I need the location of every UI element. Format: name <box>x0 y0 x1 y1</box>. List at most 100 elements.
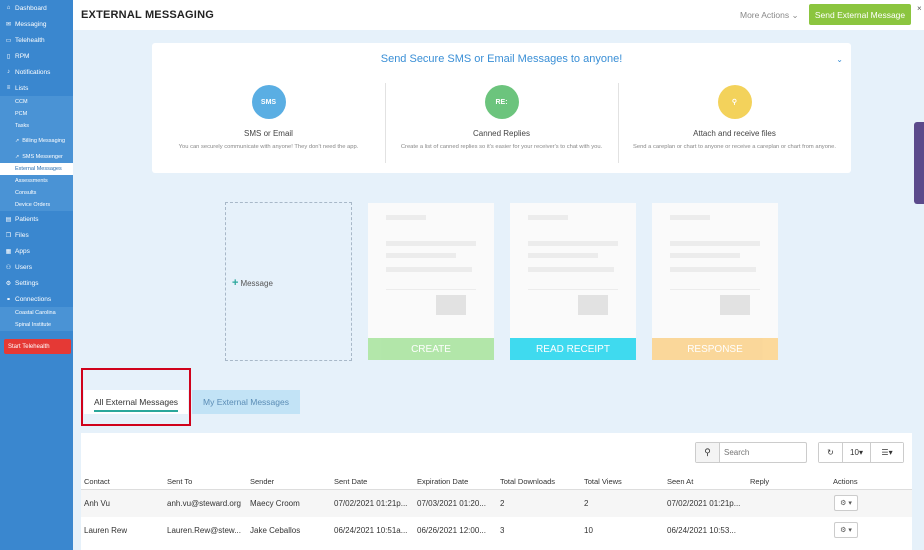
chart-icon: ↗ <box>15 154 20 160</box>
paperclip-icon: ⚲ <box>717 85 752 119</box>
sidebar-item-label: Files <box>15 231 29 239</box>
sidebar-item-connections[interactable]: ⚭ Connections <box>0 291 73 307</box>
send-external-message-button[interactable]: Send External Message <box>809 4 911 25</box>
preview-card-create: CREATE <box>368 203 494 360</box>
table-row[interactable]: Lauren Rew Lauren.Rew@stew... Jake Ceballo… <box>81 517 912 544</box>
close-icon[interactable]: × <box>917 4 922 13</box>
sidebar-item-patients[interactable]: ▤ Patients <box>0 211 73 227</box>
sidebar-item-lists[interactable]: ≡ Lists <box>0 80 73 96</box>
column-header-seen-at[interactable]: Seen At <box>667 477 693 486</box>
placeholder-block <box>720 295 750 315</box>
preview-card-label: READ RECEIPT <box>510 338 636 360</box>
sidebar-item-messaging[interactable]: ✉ Messaging <box>0 16 73 32</box>
placeholder-line <box>670 289 760 290</box>
gear-icon: ⚙ <box>5 280 12 287</box>
sidebar-item-telehealth[interactable]: ▭ Telehealth <box>0 32 73 48</box>
page-size-value: 10 <box>850 448 859 457</box>
sidebar-subitem-external-messages[interactable]: External Messages <box>0 163 73 175</box>
sms-icon: SMS <box>251 85 286 119</box>
connections-icon: ⚭ <box>5 296 12 303</box>
placeholder-bar <box>670 253 740 258</box>
sidebar-subitem-sms-messenger[interactable]: ↗ SMS Messenger <box>0 151 73 163</box>
placeholder-block <box>436 295 466 315</box>
search-icon[interactable]: ⚲ <box>696 443 720 462</box>
sidebar-item-label: Notifications <box>15 68 51 76</box>
sidebar-item-dashboard[interactable]: ⌂ Dashboard <box>0 0 73 16</box>
sidebar-subitem-label: SMS Messenger <box>22 154 63 160</box>
sidebar-subitem-label: Tasks <box>15 123 30 129</box>
feature-canned-replies: RE: Canned Replies Create a list of cann… <box>385 85 618 165</box>
collapse-chevron-icon[interactable]: ⌄ <box>836 55 843 64</box>
columns-toggle-icon[interactable]: ☰▾ <box>871 443 903 462</box>
placeholder-line <box>528 289 618 290</box>
sidebar-subitem-coastal-carolina[interactable]: Coastal Carolina <box>0 307 73 319</box>
sidebar-subitem-tasks[interactable]: Tasks <box>0 120 73 132</box>
sidebar-item-label: Users <box>15 263 32 271</box>
dashboard-icon: ⌂ <box>6 5 11 11</box>
column-header-sent-date[interactable]: Sent Date <box>334 477 367 486</box>
table-cell: 3 <box>500 526 505 535</box>
sidebar-item-label: RPM <box>15 52 30 60</box>
sidebar-subitem-ccm[interactable]: CCM <box>0 96 73 108</box>
column-header-total-views[interactable]: Total Views <box>584 477 622 486</box>
sidebar-subitem-label: Device Orders <box>15 202 51 208</box>
table-cell: anh.vu@steward.org <box>167 499 241 508</box>
placeholder-bar <box>528 241 618 246</box>
page-size-select[interactable]: 10 ▾ <box>843 443 871 462</box>
sidebar-item-users[interactable]: ⚇ Users <box>0 259 73 275</box>
preview-card-label: CREATE <box>368 338 494 360</box>
message-drop-box[interactable]: + Message <box>225 202 352 361</box>
sidebar-subitem-spinal-institute[interactable]: Spinal Institute <box>0 319 73 331</box>
start-telehealth-button[interactable]: Start Telehealth <box>4 339 71 354</box>
sidebar-subitem-label: Assessments <box>15 178 48 184</box>
table-cell: Maecy Croom <box>250 499 300 508</box>
sidebar-item-notifications[interactable]: ♪ Notifications <box>0 64 73 80</box>
sidebar-item-apps[interactable]: ▦ Apps <box>0 243 73 259</box>
apps-icon: ▦ <box>5 248 12 255</box>
sidebar-subitem-label: Consults <box>15 190 37 196</box>
sidebar-subitem-assessments[interactable]: Assessments <box>0 175 73 187</box>
patients-icon: ▤ <box>5 216 12 223</box>
message-text: Message <box>240 279 273 288</box>
search-box: ⚲ <box>695 442 807 463</box>
placeholder-bar <box>528 253 598 258</box>
sidebar-item-files[interactable]: ❐ Files <box>0 227 73 243</box>
column-header-contact[interactable]: Contact <box>84 477 110 486</box>
row-actions-gear-icon[interactable]: ⚙ ▾ <box>834 495 858 511</box>
messages-table: ⚲ ↻ 10▾ ☰▾ Contact Sent To Sender Sent Date… <box>81 433 912 550</box>
chat-icon: ✉ <box>5 21 12 28</box>
column-header-sender[interactable]: Sender <box>250 477 274 486</box>
row-actions-gear-icon[interactable]: ⚙ ▾ <box>834 522 858 538</box>
feature-title: Send Secure SMS or Email Messages to any… <box>380 53 623 65</box>
placeholder-bar <box>386 253 456 258</box>
sidebar-item-rpm[interactable]: ▯ RPM <box>0 48 73 64</box>
tab-my-external-messages[interactable]: My External Messages <box>192 390 300 414</box>
sidebar-subitem-consults[interactable]: Consults <box>0 187 73 199</box>
refresh-icon[interactable]: ↻ <box>819 443 843 462</box>
column-header-reply[interactable]: Reply <box>750 477 769 486</box>
video-icon: ▭ <box>5 37 12 44</box>
column-header-total-downloads[interactable]: Total Downloads <box>500 477 555 486</box>
message-label: + Message <box>232 277 273 289</box>
sidebar-subitem-pcm[interactable]: PCM <box>0 108 73 120</box>
column-header-sent-to[interactable]: Sent To <box>167 477 192 486</box>
placeholder-bar <box>386 267 472 272</box>
floating-widget[interactable] <box>914 122 924 204</box>
column-header-expiration-date[interactable]: Expiration Date <box>417 477 468 486</box>
placeholder-block <box>578 295 608 315</box>
table-cell: Lauren.Rew@stew... <box>167 526 241 535</box>
column-header-actions[interactable]: Actions <box>833 477 858 486</box>
sidebar-subitem-device-orders[interactable]: Device Orders <box>0 199 73 211</box>
bell-icon: ♪ <box>7 69 10 75</box>
sidebar-subitem-billing-messaging[interactable]: ↗ Billing Messaging <box>0 132 73 151</box>
sidebar-item-label: Apps <box>15 247 30 255</box>
search-input[interactable] <box>720 443 804 462</box>
placeholder-bar <box>670 215 710 220</box>
more-actions-dropdown[interactable]: More Actions ⌄ <box>740 10 799 21</box>
table-row[interactable]: Anh Vu anh.vu@steward.org Maecy Croom 07/02… <box>81 490 912 517</box>
preview-card-response: RESPONSE <box>652 203 778 360</box>
top-header: EXTERNAL MESSAGING More Actions ⌄ Send E… <box>73 0 924 30</box>
reply-icon: RE: <box>484 85 519 119</box>
table-cell: 07/02/2021 01:21p... <box>667 499 741 508</box>
sidebar-item-settings[interactable]: ⚙ Settings <box>0 275 73 291</box>
